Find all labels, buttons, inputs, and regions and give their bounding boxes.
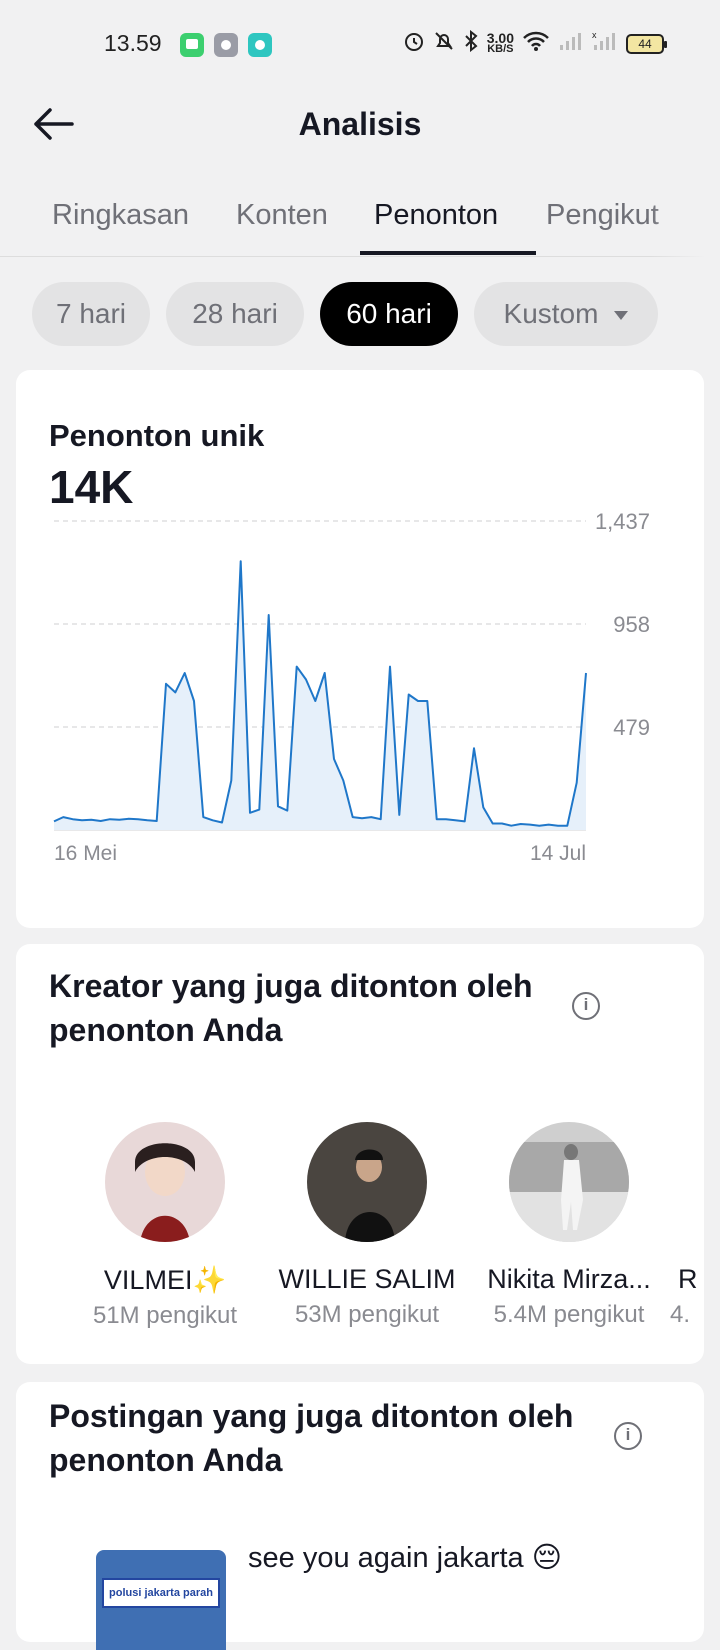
- signal-2-icon: x: [592, 30, 618, 58]
- range-custom-label: Kustom: [503, 298, 599, 329]
- similar-creators-title: Kreator yang juga ditonton oleh penonton…: [49, 968, 533, 1048]
- y-tick-label: 958: [613, 612, 650, 637]
- creator-name: WILLIE SALIM: [278, 1264, 456, 1294]
- creator-followers: 5.4M pengikut: [493, 1301, 645, 1328]
- creator-name: VILMEI✨: [103, 1265, 227, 1295]
- unique-viewers-card: Penonton unik 14K 1,437 958 479 16 Mei 14 …: [16, 370, 704, 928]
- tab-konten[interactable]: Konten: [236, 199, 328, 232]
- range-60-days-chip[interactable]: 60 hari: [320, 282, 458, 346]
- creator-item[interactable]: WILLIE SALIM 53M pengikut: [262, 1122, 472, 1329]
- range-28-days-chip[interactable]: 28 hari: [166, 282, 304, 346]
- mute-icon: [433, 30, 455, 58]
- similar-posts-title: Postingan yang juga ditonton oleh penont…: [49, 1398, 574, 1478]
- chart-grid: 1,437 958 479: [54, 509, 650, 831]
- battery-indicator: 44: [626, 34, 667, 54]
- post-caption[interactable]: see you again jakarta 😔: [248, 1538, 688, 1578]
- tabs-scroll-fade: [650, 185, 720, 257]
- chart-area-fill: [54, 561, 586, 830]
- creator-followers: 53M pengikut: [294, 1301, 440, 1328]
- creator-item[interactable]: R 4.: [666, 1122, 704, 1329]
- post-thumbnail-text: polusi jakarta parah: [102, 1578, 220, 1608]
- status-icons: 3.00 KB/S x 44: [403, 29, 667, 58]
- creator-followers: 4.: [670, 1301, 691, 1328]
- page-title: Analisis: [298, 106, 422, 142]
- alarm-icon: [403, 30, 425, 58]
- network-speed: 3.00 KB/S: [487, 31, 514, 55]
- y-tick-label: 479: [613, 715, 650, 740]
- unique-viewers-label: Penonton unik: [49, 418, 265, 453]
- info-icon[interactable]: i: [614, 1422, 642, 1450]
- creator-name: R: [678, 1264, 698, 1294]
- x-axis-start-label: 16 Mei: [54, 842, 117, 865]
- y-tick-label: 1,437: [595, 509, 650, 534]
- network-speed-unit: KB/S: [487, 43, 514, 55]
- bluetooth-icon: [463, 29, 479, 58]
- post-thumbnail[interactable]: polusi jakarta parah: [96, 1550, 226, 1650]
- range-custom-dropdown[interactable]: Kustom: [474, 282, 658, 346]
- caret-down-icon: [614, 311, 629, 321]
- settings-notification-icon: [214, 33, 238, 57]
- avatar: [307, 1122, 427, 1242]
- status-time: 13.59: [104, 30, 162, 56]
- info-icon[interactable]: i: [572, 992, 600, 1020]
- signal-icon: [558, 30, 584, 58]
- creator-item[interactable]: Nikita Mirza... 5.4M pengikut: [464, 1122, 674, 1329]
- avatar: [105, 1122, 225, 1242]
- tab-penonton[interactable]: Penonton: [374, 199, 498, 232]
- creator-name: Nikita Mirza...: [487, 1264, 651, 1294]
- similar-creators-card: Kreator yang juga ditonton oleh penonton…: [16, 944, 704, 1364]
- creators-carousel: VILMEI✨ 51M pengikut WILLIE SALIM 53M pe…: [16, 1122, 704, 1342]
- wifi-icon: [522, 30, 550, 58]
- range-7-days-chip[interactable]: 7 hari: [32, 282, 150, 346]
- tab-ringkasan[interactable]: Ringkasan: [52, 199, 189, 232]
- message-notification-icon: [180, 33, 204, 57]
- tab-pengikut[interactable]: Pengikut: [546, 199, 659, 232]
- analytics-tabs: Ringkasan Konten Penonton Pengikut: [0, 185, 720, 257]
- status-bar: 13.59 3.00 KB/S x 44: [0, 0, 720, 90]
- unique-viewers-chart[interactable]: 1,437 958 479 16 Mei 14 Jul: [16, 500, 704, 880]
- x-axis-end-label: 14 Jul: [530, 842, 586, 865]
- creator-item[interactable]: VILMEI✨ 51M pengikut: [60, 1122, 270, 1330]
- avatar: [509, 1122, 629, 1242]
- active-tab-indicator: [360, 251, 536, 255]
- creator-followers: 51M pengikut: [92, 1302, 238, 1329]
- app-notification-icon: [248, 33, 272, 57]
- similar-posts-card: Postingan yang juga ditonton oleh penont…: [16, 1382, 704, 1650]
- app-header: Analisis: [0, 90, 720, 156]
- svg-text:x: x: [592, 30, 597, 40]
